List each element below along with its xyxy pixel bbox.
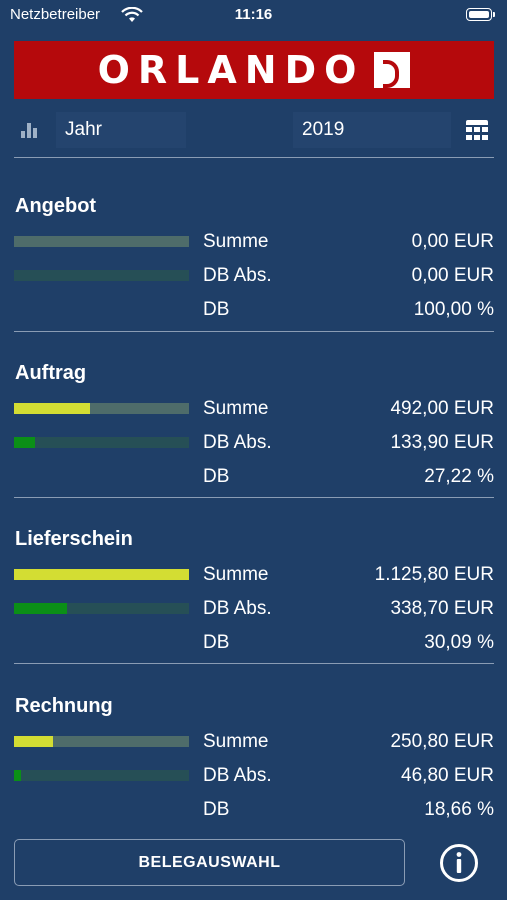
divider [14, 157, 494, 158]
summe-row: Summe 0,00 EUR [0, 229, 507, 255]
summe-bar [14, 736, 189, 747]
section-title: Rechnung [15, 695, 113, 717]
summe-bar [14, 569, 189, 580]
summe-row: Summe 1.125,80 EUR [0, 562, 507, 588]
section-title: Angebot [15, 195, 97, 217]
brand-banner: ORLANDO [14, 41, 494, 99]
db-row: DB 27,22 % [0, 464, 507, 490]
row-value: 30,09 % [424, 632, 494, 653]
summe-bar [14, 236, 189, 247]
db-abs-row: DB Abs. 338,70 EUR [0, 596, 507, 622]
row-label: DB Abs. [203, 265, 272, 286]
row-label: Summe [203, 398, 269, 419]
summe-row: Summe 250,80 EUR [0, 729, 507, 755]
calendar-icon[interactable] [466, 120, 488, 140]
section-title: Auftrag [15, 362, 87, 384]
db-abs-bar [14, 603, 189, 614]
row-value: 338,70 EUR [390, 598, 494, 619]
row-value: 100,00 % [413, 299, 494, 320]
row-value: 1.125,80 EUR [374, 564, 494, 585]
bar-chart-icon[interactable] [21, 122, 39, 138]
section-title: Lieferschein [15, 528, 133, 550]
db-row: DB 100,00 % [0, 297, 507, 323]
row-label: DB [203, 466, 230, 487]
row-label: DB Abs. [203, 765, 272, 786]
row-value: 492,00 EUR [390, 398, 494, 419]
row-label: DB Abs. [203, 432, 272, 453]
db-abs-bar [14, 437, 189, 448]
db-abs-bar [14, 270, 189, 281]
row-value: 0,00 EUR [411, 231, 494, 252]
row-value: 250,80 EUR [390, 731, 494, 752]
divider [14, 331, 494, 332]
row-label: Summe [203, 231, 269, 252]
year-select[interactable]: 2019 [293, 112, 451, 148]
belegauswahl-button[interactable]: BELEGAUSWAHL [14, 839, 405, 886]
period-select[interactable]: Jahr [56, 112, 186, 148]
summe-row: Summe 492,00 EUR [0, 396, 507, 422]
divider [14, 497, 494, 498]
row-value: 46,80 EUR [401, 765, 494, 786]
db-abs-row: DB Abs. 0,00 EUR [0, 263, 507, 289]
db-row: DB 18,66 % [0, 797, 507, 823]
info-icon[interactable] [439, 843, 479, 883]
section-angebot: Angebot Summe 0,00 EUR DB Abs. 0,00 EUR … [0, 195, 507, 335]
divider [14, 663, 494, 664]
logo-text: ORLANDO [97, 48, 365, 92]
brand-logo: ORLANDO [98, 48, 411, 92]
row-label: Summe [203, 731, 269, 752]
battery-icon [466, 8, 495, 21]
row-value: 133,90 EUR [390, 432, 494, 453]
row-value: 27,22 % [424, 466, 494, 487]
row-label: DB Abs. [203, 598, 272, 619]
section-auftrag: Auftrag Summe 492,00 EUR DB Abs. 133,90 … [0, 362, 507, 502]
row-label: DB [203, 632, 230, 653]
section-lieferschein: Lieferschein Summe 1.125,80 EUR DB Abs. … [0, 528, 507, 668]
db-row: DB 30,09 % [0, 630, 507, 656]
db-abs-row: DB Abs. 133,90 EUR [0, 430, 507, 456]
row-value: 18,66 % [424, 799, 494, 820]
logo-mark-icon [374, 52, 411, 88]
row-label: DB [203, 799, 230, 820]
section-rechnung: Rechnung Summe 250,80 EUR DB Abs. 46,80 … [0, 695, 507, 835]
status-time: 11:16 [234, 6, 273, 23]
filter-bar: Jahr 2019 [0, 110, 507, 150]
db-abs-row: DB Abs. 46,80 EUR [0, 763, 507, 789]
db-abs-bar [14, 770, 189, 781]
summe-bar [14, 403, 189, 414]
row-value: 0,00 EUR [411, 265, 494, 286]
status-bar: Netzbetreiber 11:16 [0, 0, 507, 32]
row-label: DB [203, 299, 230, 320]
row-label: Summe [203, 564, 269, 585]
